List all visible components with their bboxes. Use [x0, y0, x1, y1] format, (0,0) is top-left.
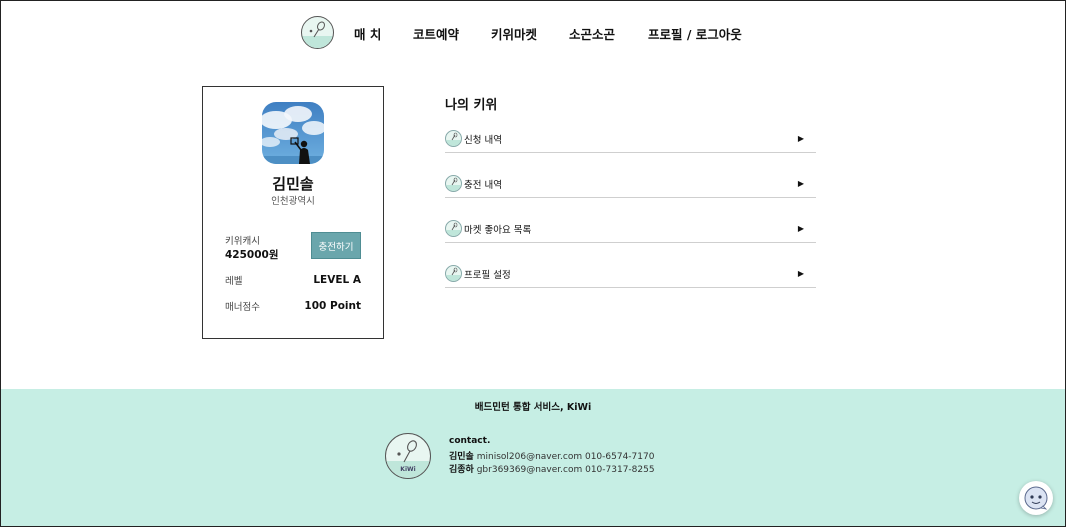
nav-court-reservation[interactable]: 코트예약 — [413, 24, 459, 43]
contact-line-1: 김민솔 minisol206@naver.com 010-6574-7170 — [449, 449, 654, 462]
profile-region: 인천광역시 — [271, 196, 315, 207]
contact-name: 김종하 — [449, 465, 474, 475]
avatar — [262, 102, 324, 164]
menu-label: 신청 내역 — [464, 135, 502, 146]
footer: 배드민턴 통합 서비스, KiWi KiWi contact. 김민솔 mini… — [1, 389, 1065, 526]
level-value: LEVEL A — [313, 274, 361, 286]
footer-title: 배드민턴 통합 서비스, KiWi — [474, 402, 592, 413]
kiwi-logo-icon — [445, 265, 462, 282]
contact-line-2: 김종하 gbr369369@naver.com 010-7317-8255 — [449, 462, 655, 475]
arrow-right-icon: ▶ — [797, 224, 804, 233]
arrow-right-icon: ▶ — [797, 269, 804, 278]
manner-label: 매너점수 — [225, 302, 260, 313]
arrow-right-icon: ▶ — [797, 179, 804, 188]
manner-value: 100 Point — [304, 300, 361, 312]
profile-card: 김민솔 인천광역시 키위캐시 425000원 충전하기 레벨 LEVEL A 매… — [202, 86, 384, 339]
cash-label: 키위캐시 — [225, 236, 260, 247]
kiwi-logo[interactable] — [301, 16, 334, 49]
my-kiwi-title: 나의 키위 — [445, 98, 498, 113]
nav-kiwi-market[interactable]: 키위마켓 — [491, 24, 537, 43]
menu-label: 프로필 설정 — [464, 270, 511, 281]
nav-match[interactable]: 매 치 — [354, 24, 381, 43]
kiwi-logo-icon — [445, 130, 462, 147]
nav-community[interactable]: 소곤소곤 — [569, 24, 615, 43]
arrow-right-icon: ▶ — [797, 134, 804, 143]
kiwi-logo-icon — [445, 175, 462, 192]
menu-profile-settings[interactable]: 프로필 설정 ▶ — [445, 265, 816, 288]
contact-heading: contact. — [449, 436, 491, 446]
kiwi-logo-icon — [445, 220, 462, 237]
chatbot-icon — [1024, 486, 1048, 510]
contact-info: gbr369369@naver.com 010-7317-8255 — [476, 465, 655, 475]
level-label: 레벨 — [225, 276, 243, 287]
footer-logo: KiWi — [385, 433, 431, 479]
menu-label: 마켓 좋아요 목록 — [464, 225, 532, 236]
cash-value: 425000원 — [225, 249, 279, 261]
menu-label: 충전 내역 — [464, 180, 502, 191]
menu-apply-history[interactable]: 신청 내역 ▶ — [445, 130, 816, 153]
profile-name: 김민솔 — [272, 175, 314, 193]
footer-logo-text: KiWi — [400, 466, 415, 473]
contact-name: 김민솔 — [449, 452, 474, 462]
badminton-logo-icon — [302, 21, 333, 48]
top-nav: 매 치 코트예약 키위마켓 소곤소곤 프로필 / 로그아웃 — [0, 0, 1066, 64]
menu-charge-history[interactable]: 충전 내역 ▶ — [445, 175, 816, 198]
avatar-image — [262, 102, 324, 164]
contact-info: minisol206@naver.com 010-6574-7170 — [476, 452, 655, 462]
menu-market-likes[interactable]: 마켓 좋아요 목록 ▶ — [445, 220, 816, 243]
nav-profile-logout[interactable]: 프로필 / 로그아웃 — [648, 24, 742, 43]
badminton-logo-icon: KiWi — [386, 440, 430, 478]
chatbot-button[interactable] — [1019, 481, 1053, 515]
charge-button[interactable]: 충전하기 — [311, 232, 361, 259]
